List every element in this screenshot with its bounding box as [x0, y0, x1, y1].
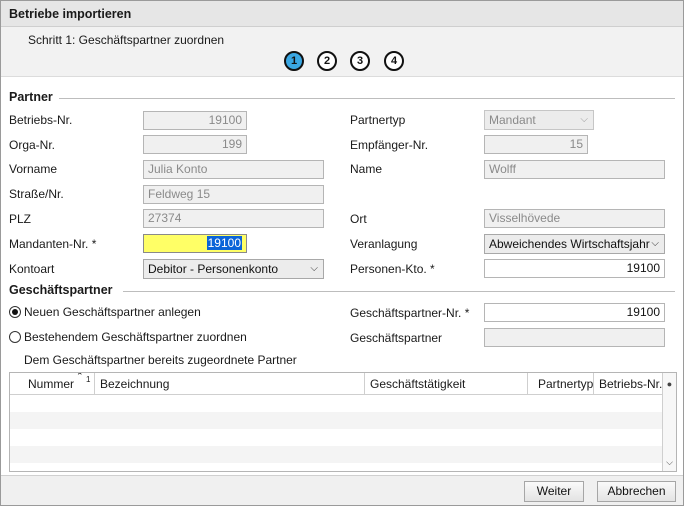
table-row	[10, 412, 663, 429]
scroll-up-icon[interactable]: ●	[663, 377, 676, 391]
gp-nr-label: Geschäftspartner-Nr. *	[350, 306, 470, 320]
partner-divider	[59, 98, 675, 99]
column-header-bezeichnung[interactable]: Bezeichnung	[95, 373, 365, 395]
assigned-partners-note: Dem Geschäftspartner bereits zugeordnete…	[24, 353, 297, 367]
table-header: Nummer ⌃ 1 Bezeichnung Geschäftstätigkei…	[10, 373, 676, 395]
step-4-indicator: 4	[384, 51, 404, 71]
column-header-partnertyp[interactable]: Partnertyp	[528, 373, 594, 395]
gp-heading: Geschäftspartner	[9, 283, 113, 297]
kontoart-select[interactable]: Debitor - Personenkonto ⌵	[143, 259, 324, 279]
vorname-field: Julia Konto	[143, 160, 324, 179]
vorname-label: Vorname	[9, 162, 58, 176]
window-title: Betriebe importieren	[9, 7, 132, 21]
empfaenger-nr-field: 15	[484, 135, 588, 154]
column-header-nummer[interactable]: Nummer ⌃ 1	[10, 373, 95, 395]
veranlagung-select[interactable]: Abweichendes Wirtschaftsjahr ⌵	[484, 234, 665, 254]
partnertyp-label: Partnertyp	[350, 113, 406, 127]
plz-label: PLZ	[9, 212, 32, 226]
partnertyp-value: Mandant	[489, 113, 536, 127]
table-row	[10, 429, 663, 446]
step-3-indicator: 3	[350, 51, 370, 71]
name-label: Name	[350, 162, 383, 176]
column-header-betriebs-nr[interactable]: Betriebs-Nr.	[594, 373, 664, 395]
step-bar: Schritt 1: Geschäftspartner zuordnen 1 2…	[1, 27, 683, 77]
chevron-down-icon: ⌵	[580, 114, 588, 125]
step-1-indicator: 1	[284, 51, 304, 71]
strasse-label: Straße/Nr.	[9, 187, 64, 201]
ort-field: Visselhövede	[484, 209, 665, 228]
cancel-button[interactable]: Abbrechen	[597, 481, 676, 502]
mandanten-nr-label: Mandanten-Nr. *	[9, 237, 97, 251]
kontoart-value: Debitor - Personenkonto	[148, 262, 279, 276]
plz-field: 27374	[143, 209, 324, 228]
radio-existing-gp[interactable]	[9, 331, 21, 343]
partnertyp-select: Mandant ⌵	[484, 110, 594, 130]
kontoart-label: Kontoart	[9, 262, 55, 276]
column-header-nummer-label: Nummer	[28, 377, 75, 391]
veranlagung-label: Veranlagung	[350, 237, 418, 251]
radio-new-gp-label[interactable]: Neuen Geschäftspartner anlegen	[24, 305, 201, 319]
chevron-down-icon: ⌵	[651, 238, 659, 249]
personen-kto-input[interactable]: 19100	[484, 259, 665, 278]
partner-heading: Partner	[9, 90, 53, 104]
step-text: Schritt 1: Geschäftspartner zuordnen	[28, 33, 225, 47]
sort-up-icon: ⌃	[76, 373, 84, 381]
gp-label: Geschäftspartner	[350, 331, 443, 345]
radio-existing-gp-label[interactable]: Bestehendem Geschäftspartner zuordnen	[24, 330, 247, 344]
title-bar: Betriebe importieren	[1, 1, 683, 27]
scroll-down-icon[interactable]: ⌵	[663, 455, 676, 469]
personen-kto-label: Personen-Kto. *	[350, 262, 435, 276]
orga-nr-label: Orga-Nr.	[9, 138, 56, 152]
sort-order-badge: 1	[86, 375, 91, 384]
ort-label: Ort	[350, 212, 367, 226]
mandanten-nr-input[interactable]: 19100	[143, 234, 247, 253]
import-dialog: Betriebe importieren Schritt 1: Geschäft…	[0, 0, 684, 506]
step-2-indicator: 2	[317, 51, 337, 71]
empfaenger-nr-label: Empfänger-Nr.	[350, 138, 429, 152]
assigned-partners-table: Nummer ⌃ 1 Bezeichnung Geschäftstätigkei…	[9, 372, 677, 472]
chevron-down-icon: ⌵	[310, 263, 318, 274]
name-field: Wolff	[484, 160, 665, 179]
veranlagung-value: Abweichendes Wirtschaftsjahr	[489, 237, 650, 251]
column-header-geschaeftstaetigkeit[interactable]: Geschäftstätigkeit	[365, 373, 528, 395]
table-row	[10, 395, 663, 412]
orga-nr-field: 199	[143, 135, 247, 154]
gp-divider	[123, 291, 675, 292]
gp-field	[484, 328, 665, 347]
table-scrollbar[interactable]: ● ⌵	[662, 373, 676, 471]
next-button[interactable]: Weiter	[524, 481, 584, 502]
table-row	[10, 446, 663, 463]
mandanten-nr-selected-text: 19100	[206, 236, 242, 250]
dialog-footer: Weiter Abbrechen	[1, 475, 683, 505]
gp-nr-input[interactable]: 19100	[484, 303, 665, 322]
radio-new-gp[interactable]	[9, 306, 21, 318]
strasse-field: Feldweg 15	[143, 185, 324, 204]
betriebs-nr-field: 19100	[143, 111, 247, 130]
betriebs-nr-label: Betriebs-Nr.	[9, 113, 73, 127]
